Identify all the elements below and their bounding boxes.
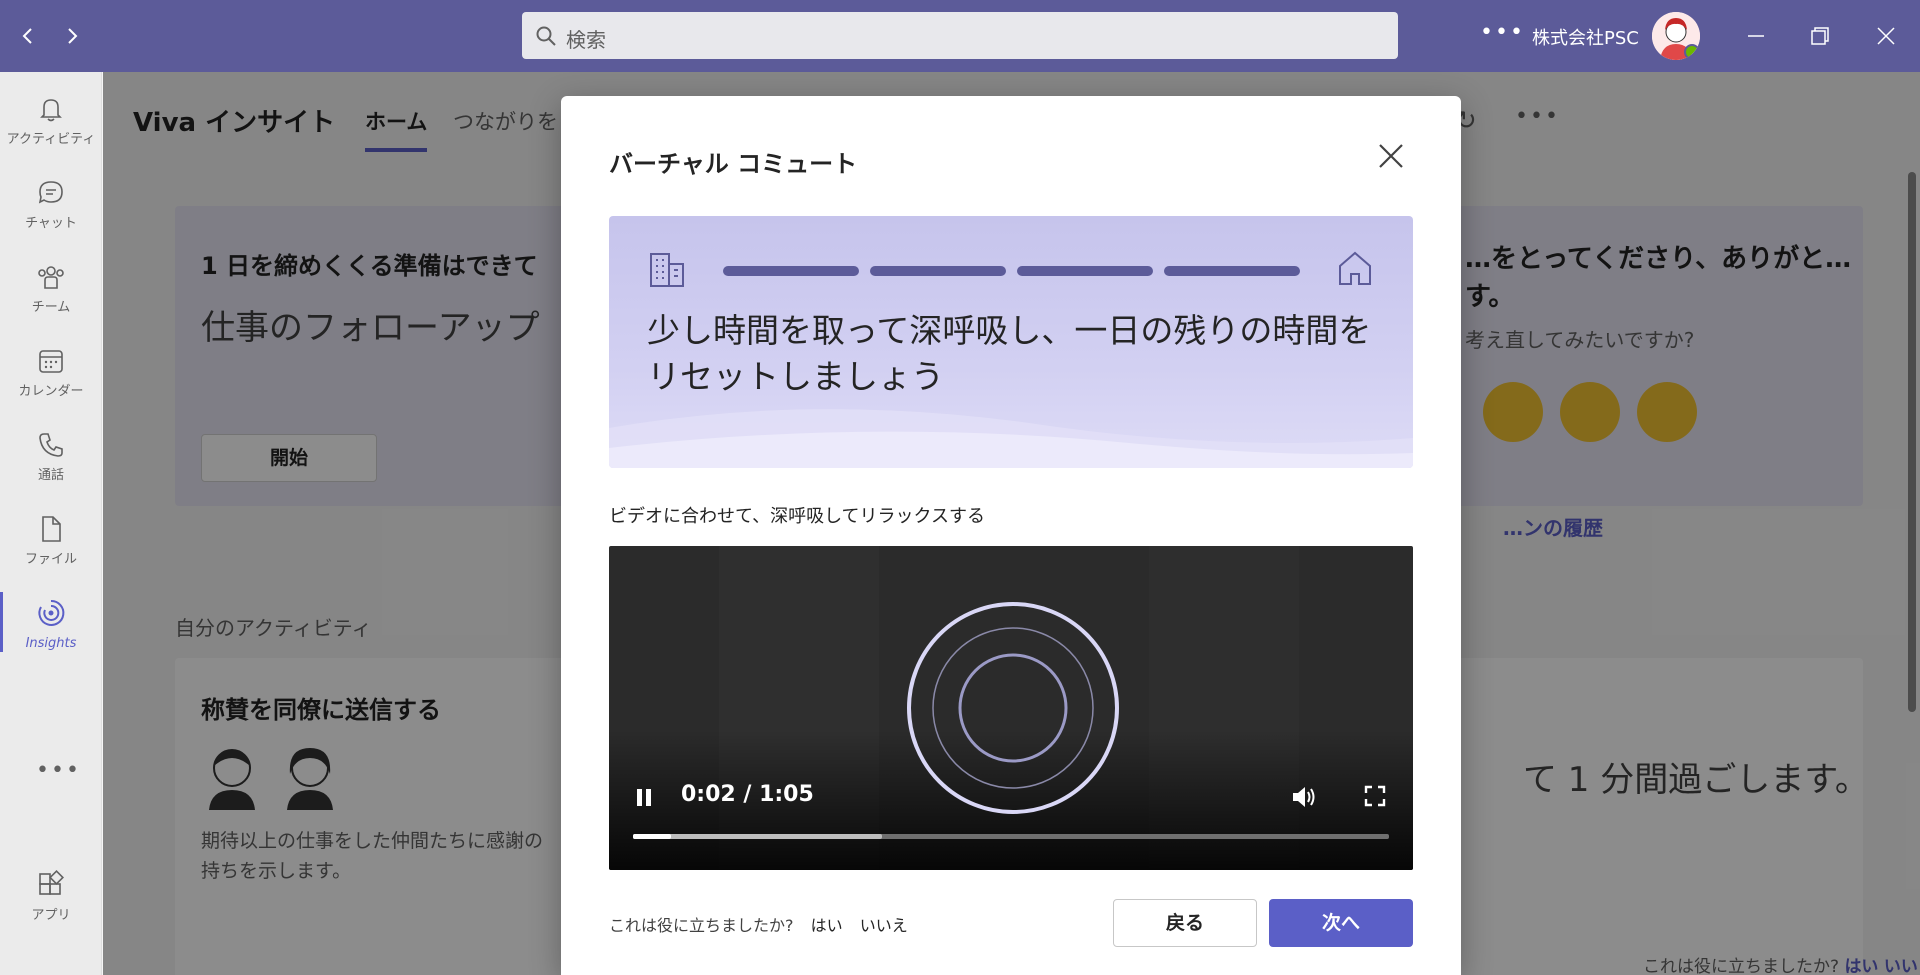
rail-item-apps[interactable]: アプリ	[0, 858, 102, 938]
commute-banner: 少し時間を取って深呼吸し、一日の残りの時間をリセットしましょう	[609, 216, 1413, 468]
restore-icon	[1811, 27, 1829, 45]
video-instruction: ビデオに合わせて、深呼吸してリラックスする	[609, 506, 986, 527]
back-button[interactable]	[12, 20, 44, 52]
avatar[interactable]	[1652, 12, 1700, 60]
close-icon	[1877, 27, 1895, 45]
search-box[interactable]: 検索	[522, 12, 1398, 59]
breathing-video-player[interactable]: 0:02 / 1:05	[609, 546, 1413, 870]
chat-icon	[38, 181, 63, 204]
file-icon	[42, 516, 61, 542]
search-icon	[536, 26, 556, 46]
virtual-commute-dialog: バーチャル コミュート 少し時間を取って深呼吸し、一日の残りの時間をリセットしま…	[561, 96, 1461, 975]
dialog-title: バーチャル コミュート	[609, 150, 858, 178]
more-horizontal-icon: •••	[1480, 20, 1525, 45]
rail-item-label: チーム	[31, 300, 71, 315]
banner-message: 少し時間を取って深呼吸し、一日の残りの時間をリセットしましょう	[647, 311, 1372, 396]
next-button[interactable]: 次へ	[1269, 899, 1413, 947]
rail-item-label: ファイル	[24, 552, 77, 567]
volume-icon	[1293, 787, 1315, 807]
building-icon	[650, 253, 684, 287]
app-rail: アクティビティ チャット チーム カレンダー 通話 ファイル Insights …	[0, 72, 102, 975]
video-time-display: 0:02 / 1:05	[681, 782, 814, 807]
banner-wave-decoration	[609, 409, 1413, 468]
feedback-no-button[interactable]: いいえ	[860, 916, 908, 935]
rail-item-label: アクティビティ	[6, 132, 96, 147]
commute-progress-segment	[870, 266, 1006, 276]
phone-icon	[39, 433, 63, 457]
search-placeholder: 検索	[566, 28, 606, 52]
feedback-question: これは役に立ちましたか?	[609, 916, 794, 935]
rail-item-label: アプリ	[31, 908, 71, 923]
close-window-button[interactable]	[1870, 20, 1902, 52]
volume-button[interactable]	[1289, 782, 1319, 816]
rail-item-chat[interactable]: チャット	[0, 166, 102, 246]
apps-icon	[39, 870, 64, 895]
presence-available-icon	[1684, 44, 1700, 60]
breathing-circle-graphic	[907, 602, 1119, 814]
rail-item-calls[interactable]: 通話	[0, 418, 102, 498]
chevron-right-icon	[68, 28, 78, 44]
minimize-button[interactable]	[1740, 20, 1772, 52]
pause-button[interactable]	[633, 786, 655, 808]
commute-progress-segment	[1017, 266, 1153, 276]
org-name[interactable]: 株式会社PSC	[1532, 24, 1639, 50]
forward-button[interactable]	[56, 20, 88, 52]
rail-item-label: Insights	[25, 636, 77, 651]
insights-icon	[38, 599, 65, 626]
rail-item-teams[interactable]: チーム	[0, 250, 102, 330]
fullscreen-button[interactable]	[1363, 784, 1387, 812]
rail-item-activity[interactable]: アクティビティ	[0, 82, 102, 162]
chevron-left-icon	[22, 28, 32, 44]
feedback-yes-button[interactable]: はい	[811, 916, 843, 935]
rail-item-insights[interactable]: Insights	[0, 586, 102, 666]
more-apps-button[interactable]: •••	[36, 758, 81, 783]
close-icon	[1379, 144, 1403, 168]
dialog-close-button[interactable]	[1375, 140, 1407, 172]
restore-button[interactable]	[1804, 20, 1836, 52]
minimize-icon	[1748, 35, 1764, 37]
commute-progress-segment	[723, 266, 859, 276]
title-bar: 検索 ••• 株式会社PSC	[0, 0, 1920, 72]
more-horizontal-icon: •••	[36, 758, 81, 783]
more-options-button[interactable]: •••	[1480, 20, 1525, 45]
rail-item-label: 通話	[37, 468, 64, 483]
rail-item-label: チャット	[25, 216, 77, 231]
dialog-feedback: これは役に立ちましたか? はい いいえ	[609, 912, 908, 936]
pause-icon	[637, 789, 651, 806]
video-seek-bar[interactable]	[633, 834, 1389, 839]
calendar-icon	[39, 350, 63, 373]
rail-item-calendar[interactable]: カレンダー	[0, 334, 102, 414]
back-button[interactable]: 戻る	[1113, 899, 1257, 947]
teams-icon	[38, 266, 64, 289]
fullscreen-icon	[1364, 785, 1386, 807]
rail-item-label: カレンダー	[18, 384, 84, 399]
home-icon	[1339, 251, 1371, 285]
commute-progress-segment	[1164, 266, 1300, 276]
bell-icon	[40, 99, 62, 122]
video-played-bar	[633, 834, 671, 839]
rail-item-files[interactable]: ファイル	[0, 502, 102, 582]
